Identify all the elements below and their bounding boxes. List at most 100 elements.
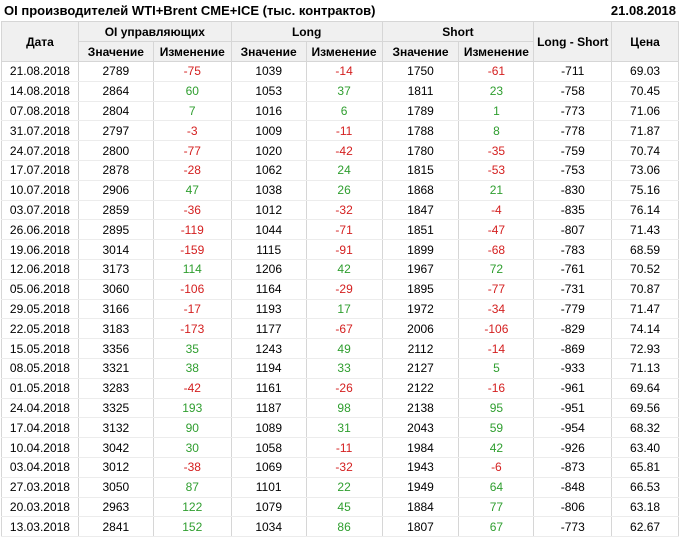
cell-long-change: -11 [305,437,383,458]
cell-date: 24.07.2018 [1,140,79,161]
cell-long-change: 98 [305,397,383,419]
cell-date: 29.05.2018 [1,299,79,320]
cell-oi-change: 60 [152,81,232,102]
cell-oi-value: 2859 [77,200,154,221]
cell-long-value: 1161 [230,378,307,399]
cell-oi-value: 3060 [77,279,154,300]
cell-price: 63.40 [611,437,679,458]
cell-date: 15.05.2018 [1,338,79,359]
header-short-change: Изменение [458,41,535,62]
cell-oi-change: -106 [152,279,232,300]
header-oi-value: Значение [77,41,154,62]
cell-short-change: -6 [458,457,535,478]
header-short-group: Short [381,21,535,42]
header-long-change: Изменение [305,41,383,62]
table-row: 20.03.2018 2963 122 1079 45 1884 77 -806 63.18 [1,497,679,518]
cell-oi-change: 152 [152,516,232,538]
cell-long-short: -753 [533,160,613,181]
cell-price: 63.18 [611,497,679,518]
cell-oi-change: -38 [152,457,232,478]
cell-short-change: 42 [458,437,535,458]
cell-long-short: -773 [533,516,613,538]
cell-oi-change: -159 [152,239,232,260]
cell-oi-value: 2797 [77,120,154,142]
cell-price: 73.06 [611,160,679,181]
table-row: 03.04.2018 3012 -38 1069 -32 1943 -6 -873 65.81 [1,457,679,478]
cell-long-short: -778 [533,120,613,142]
cell-oi-value: 2963 [77,497,154,518]
cell-oi-change: 87 [152,477,232,498]
cell-price: 76.14 [611,200,679,221]
cell-oi-value: 3321 [77,358,154,379]
table-row: 13.03.2018 2841 152 1034 86 1807 67 -773 62.67 [1,516,679,538]
cell-oi-value: 3356 [77,338,154,359]
cell-price: 69.64 [611,378,679,399]
cell-long-change: 42 [305,259,383,280]
cell-long-short: -806 [533,497,613,518]
cot-report: OI производителей WTI+Brent CME+ICE (тыс… [0,0,680,548]
cell-short-change: 5 [458,358,535,379]
table-row: 01.05.2018 3283 -42 1161 -26 2122 -16 -961 69.64 [1,378,679,399]
cell-long-value: 1206 [230,259,307,280]
cell-long-short: -869 [533,338,613,359]
positions-table: Дата OI управляющих Long Short Long - Sh… [1,21,679,538]
cell-oi-value: 3012 [77,457,154,478]
cell-price: 69.03 [611,61,679,82]
cell-oi-value: 3183 [77,318,154,340]
cell-short-value: 1868 [381,180,460,201]
cell-oi-value: 3166 [77,299,154,320]
cell-oi-value: 3014 [77,239,154,260]
cell-short-change: 23 [458,81,535,102]
cell-long-value: 1177 [230,318,307,340]
cell-short-value: 1807 [381,516,460,538]
cell-long-value: 1062 [230,160,307,181]
cell-short-value: 1851 [381,219,460,241]
cell-long-short: -761 [533,259,613,280]
cell-date: 07.08.2018 [1,101,79,122]
cell-price: 69.56 [611,397,679,419]
cell-date: 01.05.2018 [1,378,79,399]
cell-price: 71.43 [611,219,679,241]
cell-date: 20.03.2018 [1,497,79,518]
table-row: 15.05.2018 3356 35 1243 49 2112 -14 -869 72.93 [1,338,679,359]
cell-long-change: -67 [305,318,383,340]
cell-short-change: 21 [458,180,535,201]
cell-date: 03.07.2018 [1,200,79,221]
cell-long-change: 33 [305,358,383,379]
cell-short-value: 2043 [381,417,460,439]
cell-long-short: -773 [533,101,613,122]
table-row: 27.03.2018 3050 87 1101 22 1949 64 -848 66.53 [1,477,679,498]
cell-short-change: -4 [458,200,535,221]
cell-oi-change: 7 [152,101,232,122]
cell-price: 71.87 [611,120,679,142]
cell-oi-change: -42 [152,378,232,399]
cell-date: 08.05.2018 [1,358,79,379]
cell-short-value: 1943 [381,457,460,478]
cell-long-value: 1009 [230,120,307,142]
cell-date: 12.06.2018 [1,259,79,280]
cell-oi-change: 90 [152,417,232,439]
cell-oi-value: 3132 [77,417,154,439]
cell-short-change: 95 [458,397,535,419]
cell-long-short: -848 [533,477,613,498]
cell-long-short: -807 [533,219,613,241]
cell-oi-value: 2878 [77,160,154,181]
table-row: 17.07.2018 2878 -28 1062 24 1815 -53 -753 73.06 [1,160,679,181]
cell-long-value: 1187 [230,397,307,419]
cell-short-change: -35 [458,140,535,161]
cell-long-short: -779 [533,299,613,320]
cell-long-value: 1115 [230,239,307,260]
cell-long-value: 1058 [230,437,307,458]
cell-date: 05.06.2018 [1,279,79,300]
cell-long-change: 17 [305,299,383,320]
cell-long-value: 1193 [230,299,307,320]
cell-long-change: 31 [305,417,383,439]
cell-date: 19.06.2018 [1,239,79,260]
cell-date: 10.07.2018 [1,180,79,201]
cell-long-short: -835 [533,200,613,221]
cell-short-value: 1780 [381,140,460,161]
cell-short-value: 2006 [381,318,460,340]
cell-oi-value: 2841 [77,516,154,538]
cell-oi-change: -75 [152,61,232,82]
header-price: Цена [611,21,679,62]
